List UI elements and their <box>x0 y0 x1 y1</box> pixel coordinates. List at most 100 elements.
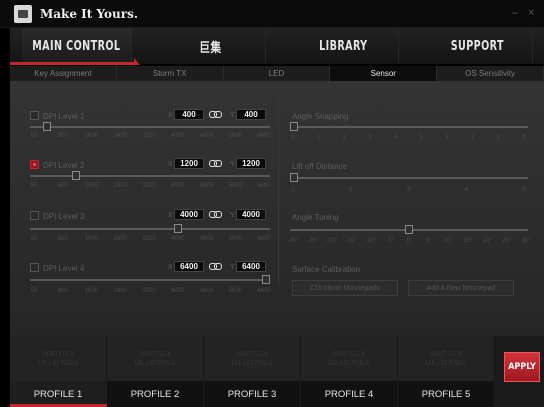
subtab-led[interactable]: LED <box>224 66 331 81</box>
y-label: Y <box>230 212 235 219</box>
angle-tuning-slider-thumb[interactable] <box>405 225 413 234</box>
subtab-sensor[interactable]: Sensor <box>330 66 438 81</box>
apply-button[interactable]: APPLY <box>504 352 540 382</box>
dpi-level-3-y-input[interactable]: 4000 <box>236 209 266 220</box>
tab-profile-2[interactable]: PROFILE 2 <box>107 381 204 407</box>
tick-label: 6 <box>445 135 449 141</box>
dpi-level-2-y-input[interactable]: 1200 <box>236 158 266 169</box>
active-tab-indicator <box>10 62 134 65</box>
x-label: X <box>168 161 173 168</box>
dpi-level-3-checkbox[interactable] <box>30 211 39 220</box>
profile-2-preview[interactable]: RIGHT CLICK 145 x 82 PIXELS <box>107 336 204 381</box>
title-bar: Make It Yours. – × <box>0 0 544 28</box>
tick-label: -25° <box>306 238 318 244</box>
tick-label: 2 <box>349 187 353 193</box>
tick-label: 10° <box>443 238 453 244</box>
tick-label: -10° <box>365 238 377 244</box>
dpi-level-1-slider-track[interactable] <box>30 126 270 128</box>
tick-label: 4 <box>393 135 398 141</box>
tick-label: 25° <box>502 238 512 244</box>
tick-label: 6400 <box>257 288 271 294</box>
tick-label: 20° <box>482 238 492 244</box>
tick-label: 50 <box>30 288 38 294</box>
cm-storm-mousepads-button[interactable]: CM Storm Mousepads <box>292 280 398 296</box>
dpi-level-4-y-input[interactable]: 6400 <box>236 261 266 272</box>
dpi-level-4-checkbox[interactable] <box>30 263 39 272</box>
dpi-level-3-label: DPI Level 3 <box>43 212 85 221</box>
tick-label: -30° <box>287 238 299 244</box>
tick-label: -5° <box>386 238 394 244</box>
dpi-level-1-checkbox[interactable] <box>30 111 39 120</box>
dpi-level-2-x-input[interactable]: 1200 <box>174 158 204 169</box>
tick-label: 5600 <box>228 288 242 294</box>
profile-1-preview[interactable]: RIGHT CLICK 145 x 82 PIXELS <box>10 336 107 381</box>
y-label: Y <box>230 264 235 271</box>
profile-bar: RIGHT CLICK 145 x 82 PIXELS RIGHT CLICK 14… <box>10 336 544 407</box>
angle-snapping-slider-thumb[interactable] <box>290 122 298 131</box>
tab-chevron-icon <box>134 58 140 65</box>
sub-nav: Key Assignment Storm TX LED Sensor OS Se… <box>10 66 544 81</box>
app-title: Make It Yours. <box>40 7 139 21</box>
y-label: Y <box>230 112 235 119</box>
profile-4-preview[interactable]: RIGHT CLICK 145 x 82 PIXELS <box>301 336 398 381</box>
tab-profile-5[interactable]: PROFILE 5 <box>398 381 495 407</box>
dpi-level-4-slider-thumb[interactable] <box>262 275 270 284</box>
dpi-level-1-y-input[interactable]: 400 <box>236 109 266 120</box>
link-xy-icon[interactable] <box>209 262 222 271</box>
x-label: X <box>168 264 173 271</box>
dpi-level-4-label: DPI Level 4 <box>43 264 85 273</box>
tick-label: 0° <box>406 238 413 244</box>
add-new-mousepad-button[interactable]: Add A New Mousepad <box>408 280 514 296</box>
dpi-level-3-x-input[interactable]: 4000 <box>174 209 204 220</box>
dpi-level-1-slider-thumb[interactable] <box>42 122 51 131</box>
x-label: X <box>168 212 173 219</box>
tick-label: 2400 <box>113 288 127 294</box>
dpi-level-4-x-input[interactable]: 6400 <box>174 261 204 272</box>
dpi-level-3-slider-thumb[interactable] <box>174 224 183 233</box>
link-xy-icon[interactable] <box>209 110 222 119</box>
link-xy-icon[interactable] <box>209 210 222 219</box>
profile-5-preview[interactable]: RIGHT CLICK 145 x 82 PIXELS <box>398 336 495 381</box>
tick-label: 1600 <box>84 288 99 294</box>
tick-label: 3 <box>406 187 411 193</box>
tick-label: 4000 <box>171 288 185 294</box>
lift-off-slider-thumb[interactable] <box>290 173 298 182</box>
tab-profile-3[interactable]: PROFILE 3 <box>204 381 301 407</box>
tab-profile-4[interactable]: PROFILE 4 <box>301 381 398 407</box>
tick-label: 8 <box>496 135 500 141</box>
lift-off-slider-track[interactable] <box>290 177 528 179</box>
angle-snapping-slider-track[interactable] <box>290 126 528 128</box>
tick-label: 5° <box>426 238 432 244</box>
angle-snapping-label: Angle Snapping <box>292 112 349 121</box>
x-label: X <box>168 112 173 119</box>
subtab-os-sensitivity[interactable]: OS Sensitivity <box>437 66 544 81</box>
dpi-level-2-label: DPI Level 2 <box>43 161 85 170</box>
minimize-button[interactable]: – <box>512 7 518 19</box>
dpi-level-1-label: DPI Level 1 <box>43 112 85 121</box>
dpi-level-3-slider-track[interactable] <box>30 228 270 230</box>
tick-label: 7 <box>470 135 475 141</box>
tick-label: 30° <box>521 238 531 244</box>
link-xy-icon[interactable] <box>209 159 222 168</box>
tab-library[interactable]: LIBRARY <box>289 28 399 64</box>
angle-tuning-ticks: -30° -25° -20° -15° -10° -5° 0° 5° 10° 15° 20° 25° 3… <box>0 238 544 246</box>
dpi-level-2-slider-track[interactable] <box>30 175 270 177</box>
sensor-panel <box>10 81 544 336</box>
subtab-storm-tx[interactable]: Storm TX <box>117 66 224 81</box>
tick-label: -15° <box>345 238 357 244</box>
tick-label: 3 <box>368 135 372 141</box>
tick-label: 0 <box>291 135 295 141</box>
dpi-level-2-checkbox[interactable] <box>30 160 39 169</box>
profile-3-preview[interactable]: RIGHT CLICK 145 x 82 PIXELS <box>204 336 301 381</box>
tick-label: 15° <box>463 238 473 244</box>
lift-off-distance-label: Lift off Distance <box>292 162 347 171</box>
tab-main-control[interactable]: MAIN CONTROL <box>22 28 132 64</box>
main-nav: MAIN CONTROL 巨集 LIBRARY SUPPORT <box>10 28 544 64</box>
tab-support[interactable]: SUPPORT <box>423 28 532 64</box>
dpi-level-4-slider-track[interactable] <box>30 279 270 281</box>
dpi-level-1-x-input[interactable]: 400 <box>174 109 204 120</box>
tab-macro[interactable]: 巨集 <box>156 28 265 64</box>
subtab-key-assignment[interactable]: Key Assignment <box>10 66 117 81</box>
close-button[interactable]: × <box>528 7 534 19</box>
dpi-level-2-slider-thumb[interactable] <box>72 171 81 180</box>
